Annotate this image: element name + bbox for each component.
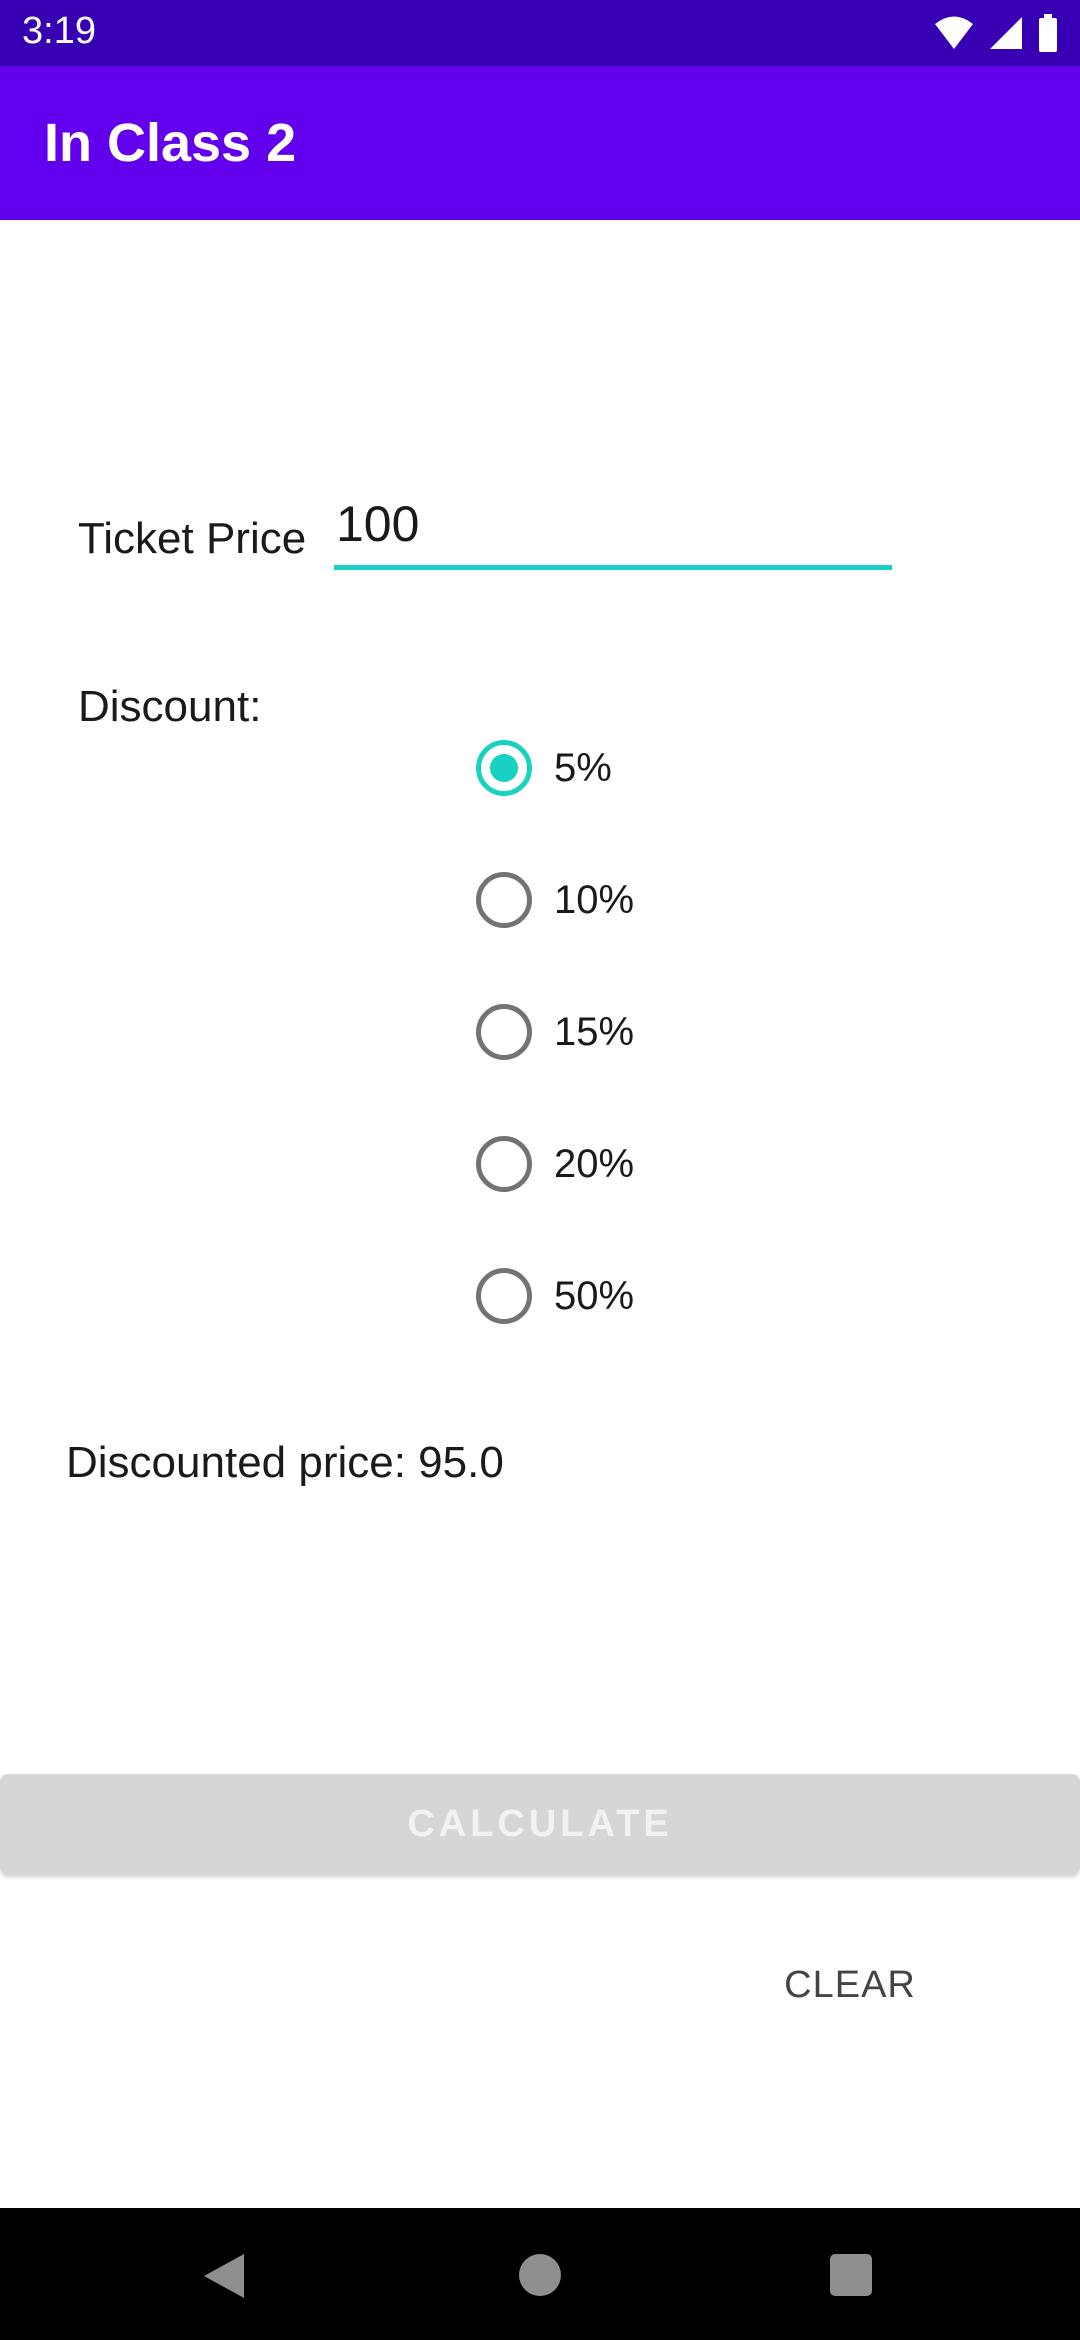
app-bar: In Class 2: [0, 66, 1080, 220]
radio-option-20-percent[interactable]: 20%: [472, 1124, 772, 1204]
discounted-price-text: Discounted price: 95.0: [66, 1438, 504, 1487]
recent-apps-icon[interactable]: [830, 2254, 872, 2296]
navigation-bar: [0, 2208, 1080, 2340]
radio-button-icon[interactable]: [476, 872, 532, 928]
radio-button-icon[interactable]: [476, 1268, 532, 1324]
ticket-price-label: Ticket Price: [78, 514, 307, 563]
radio-option-10-percent[interactable]: 10%: [472, 860, 772, 940]
radio-option-5-percent[interactable]: 5%: [472, 728, 772, 808]
radio-button-icon[interactable]: [476, 740, 532, 796]
signal-icon: [990, 17, 1022, 49]
battery-icon: [1039, 14, 1057, 52]
status-icons: [934, 14, 1058, 52]
radio-option-label: 5%: [554, 745, 612, 790]
radio-button-icon[interactable]: [476, 1136, 532, 1192]
radio-option-label: 20%: [554, 1141, 635, 1186]
radio-option-15-percent[interactable]: 15%: [472, 992, 772, 1072]
radio-option-50-percent[interactable]: 50%: [472, 1256, 772, 1336]
discount-label: Discount:: [78, 682, 262, 731]
app-title: In Class 2: [44, 113, 297, 173]
status-bar: 3:19: [0, 0, 1080, 66]
status-time: 3:19: [22, 10, 96, 52]
home-icon[interactable]: [519, 2254, 561, 2296]
ticket-price-input[interactable]: [334, 490, 892, 570]
radio-option-label: 15%: [554, 1009, 635, 1054]
clear-button[interactable]: CLEAR: [770, 1950, 930, 2020]
back-icon[interactable]: [200, 2252, 246, 2300]
calculate-button[interactable]: CALCULATE: [0, 1774, 1080, 1874]
main-content: Ticket Price Discount: 5% 10% 15% 20% 50…: [0, 220, 1080, 2208]
radio-button-icon[interactable]: [476, 1004, 532, 1060]
radio-option-label: 10%: [554, 877, 635, 922]
wifi-icon: [935, 16, 973, 49]
radio-option-label: 50%: [554, 1273, 635, 1318]
